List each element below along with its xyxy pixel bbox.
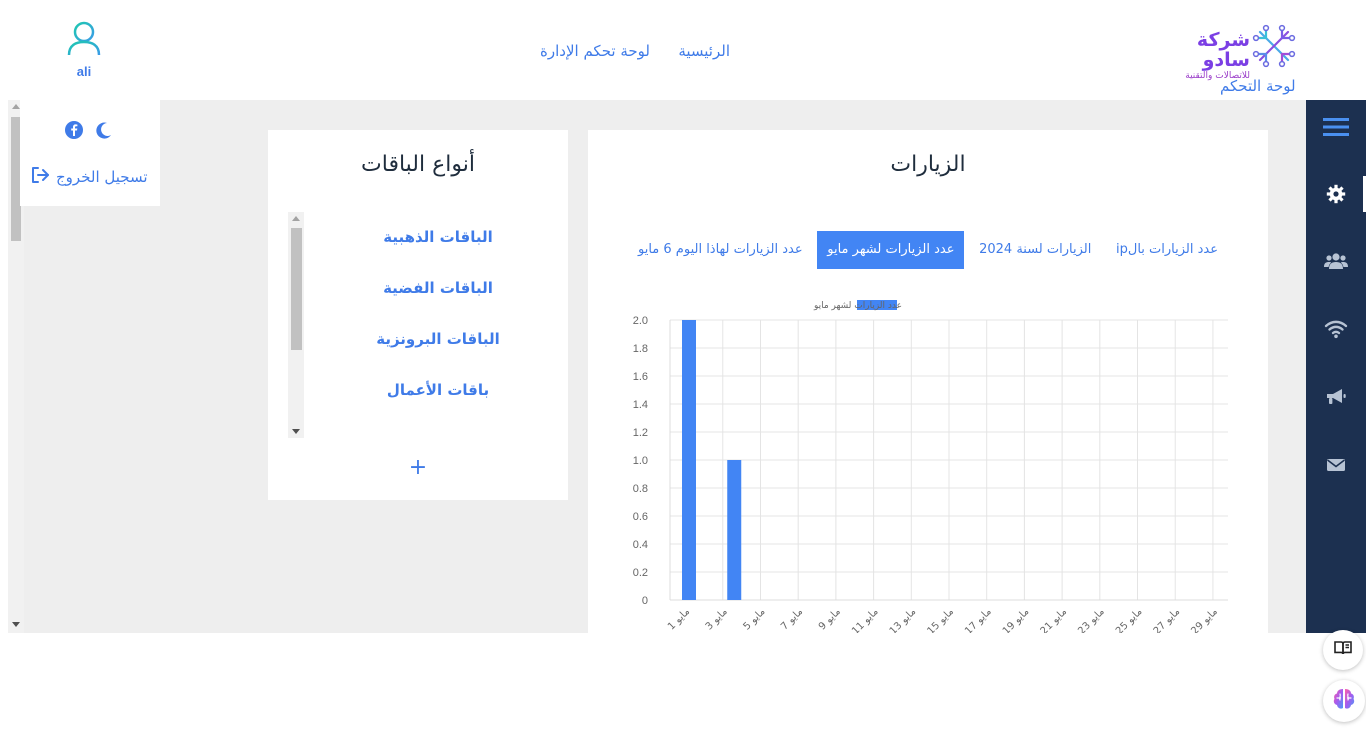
dashboard-title: لوحة التحكم: [1220, 77, 1296, 95]
scroll-up-arrow-icon[interactable]: [292, 216, 300, 221]
circuit-logo-icon: [1252, 24, 1296, 68]
y-tick-label: 1.4: [633, 399, 648, 411]
brand-name: شركة سادو: [1196, 29, 1250, 71]
visits-title: الزيارات: [890, 152, 966, 177]
x-tick-label: 29 مايو: [1189, 606, 1220, 633]
legend-label: عدد الزيارات لشهر مايو: [813, 301, 902, 311]
x-tick-label: 23 مايو: [1076, 606, 1107, 633]
user-dropdown-panel: تسجيل الخروج: [20, 100, 160, 206]
brand-logo[interactable]: شركة سادو للاتصالات والتقنية: [1168, 22, 1298, 81]
y-tick-label: 0.8: [633, 483, 648, 495]
nav-admin-link[interactable]: لوحة تحكم الإدارة: [540, 42, 650, 60]
package-item-gold[interactable]: الباقات الذهبية: [288, 212, 568, 263]
bar-day-1: [682, 320, 696, 600]
x-tick-label: 3 مايو: [704, 606, 730, 632]
scroll-down-arrow-icon[interactable]: [292, 429, 300, 434]
megaphone-icon[interactable]: [1306, 382, 1366, 412]
users-icon[interactable]: [1306, 246, 1366, 276]
facebook-icon[interactable]: [64, 120, 84, 144]
logout-label: تسجيل الخروج: [56, 168, 148, 186]
add-package-button[interactable]: +: [406, 456, 430, 480]
tab-visits-year[interactable]: الزيارات لسنة 2024: [969, 231, 1101, 269]
y-tick-label: 1.8: [633, 343, 648, 355]
packages-list: الباقات الذهبية الباقات الفضية الباقات ا…: [288, 212, 568, 438]
y-tick-label: 2.0: [633, 315, 648, 327]
visits-tabs: عدد الزيارات بالip الزيارات لسنة 2024 عد…: [628, 231, 1228, 269]
packages-card: أنواع الباقات الباقات الذهبية الباقات ال…: [268, 130, 568, 500]
user-name: ali: [76, 64, 92, 79]
moon-icon[interactable]: [94, 120, 114, 144]
brain-icon: [1331, 686, 1357, 716]
y-tick-label: 0.2: [633, 567, 648, 579]
nav-home-link[interactable]: الرئيسية: [678, 42, 730, 60]
x-tick-label: 11 مايو: [850, 606, 881, 633]
x-tick-label: 19 مايو: [1001, 606, 1032, 633]
logout-icon: [30, 166, 50, 188]
packages-scrollbar[interactable]: [288, 212, 304, 438]
y-tick-label: 1.0: [633, 455, 648, 467]
main-nav: الرئيسية لوحة تحكم الإدارة: [540, 42, 730, 60]
y-tick-label: 1.2: [633, 427, 648, 439]
x-tick-label: 17 مايو: [963, 606, 994, 633]
page: ali الرئيسية لوحة تحكم الإدارة شركة سادو…: [0, 0, 1366, 733]
visits-card: الزيارات عدد الزيارات بالip الزيارات لسن…: [588, 130, 1268, 633]
tab-visits-month[interactable]: عدد الزيارات لشهر مايو: [817, 231, 965, 269]
scroll-thumb[interactable]: [291, 228, 302, 350]
tab-visits-by-ip[interactable]: عدد الزيارات بالip: [1106, 231, 1228, 269]
x-tick-label: 13 مايو: [888, 606, 919, 633]
visits-bar-chart: عدد الزيارات لشهر مايو 2.0 1.8 1.6 1.4 1.2 1.0…: [633, 300, 1228, 633]
package-item-bronze[interactable]: الباقات البرونزية: [288, 314, 568, 365]
x-tick-label: 1 مايو: [666, 606, 692, 632]
y-tick-label: 0.4: [633, 539, 648, 551]
user-icon: [66, 21, 102, 60]
x-tick-label: 9 مايو: [817, 606, 843, 632]
x-tick-label: 21 مايو: [1039, 606, 1070, 633]
package-item-business[interactable]: باقات الأعمال: [288, 365, 568, 416]
mail-icon[interactable]: [1306, 450, 1366, 480]
packages-title: أنواع الباقات: [361, 152, 475, 177]
wifi-icon[interactable]: [1306, 314, 1366, 344]
x-tick-label: 25 مايو: [1114, 606, 1145, 633]
scroll-down-arrow-icon[interactable]: [12, 622, 20, 627]
ai-assistant-button[interactable]: [1323, 680, 1365, 722]
user-profile[interactable]: ali: [60, 20, 108, 79]
brand-text: شركة سادو للاتصالات والتقنية: [1168, 30, 1250, 82]
bar-day-4: [727, 460, 742, 600]
gear-icon[interactable]: [1306, 179, 1366, 209]
y-tick-label: 1.6: [633, 371, 648, 383]
x-tick-label: 27 مايو: [1152, 606, 1183, 633]
menu-icon[interactable]: [1306, 112, 1366, 142]
tab-visits-today[interactable]: عدد الزيارات لهاذا اليوم 6 مايو: [628, 231, 813, 269]
x-tick-label: 5 مايو: [741, 606, 767, 632]
scroll-up-arrow-icon[interactable]: [12, 104, 20, 109]
package-item-silver[interactable]: الباقات الفضية: [288, 263, 568, 314]
guide-button[interactable]: [1323, 630, 1363, 670]
x-tick-label: 7 مايو: [779, 606, 805, 632]
logout-button[interactable]: تسجيل الخروج: [30, 166, 148, 188]
y-tick-label: 0: [642, 595, 648, 607]
right-sidebar: [1306, 100, 1366, 633]
x-tick-label: 15 مايو: [925, 606, 956, 633]
top-header: ali الرئيسية لوحة تحكم الإدارة شركة سادو…: [0, 0, 1366, 100]
y-tick-label: 0.6: [633, 511, 648, 523]
panel-icons: [64, 120, 114, 144]
book-icon: [1333, 639, 1353, 661]
